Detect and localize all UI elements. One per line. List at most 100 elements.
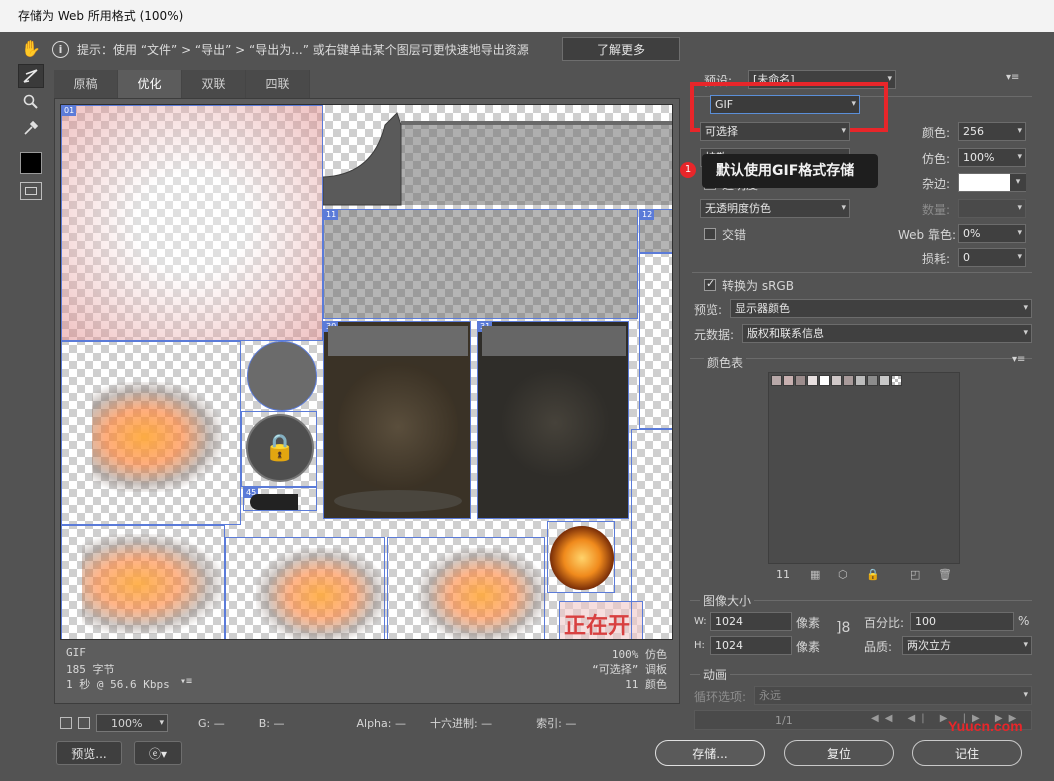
browser-select-button[interactable]: ⓔ▾ <box>134 741 182 765</box>
height-value: 1024 <box>715 639 743 652</box>
map-to-transparent-icon[interactable]: ▦ <box>810 568 820 581</box>
trash-icon[interactable]: 🗑 <box>938 568 952 581</box>
color-swatch[interactable] <box>783 375 794 386</box>
browser-icon: ⓔ▾ <box>148 746 168 761</box>
dither-label: 仿色: <box>922 152 951 166</box>
slice-right-bottom[interactable] <box>631 429 672 639</box>
web-snap-input[interactable]: 0% ▾ <box>958 224 1026 243</box>
slice-45[interactable]: 45 <box>243 487 317 511</box>
color-swatch[interactable] <box>879 375 890 386</box>
color-swatch[interactable] <box>855 375 866 386</box>
info-colors: 11 颜色 <box>625 678 667 691</box>
save-button[interactable]: 存储... <box>655 740 765 766</box>
toggle-slices-visibility-icon[interactable] <box>20 182 42 200</box>
preview-label: 预览: <box>694 303 723 317</box>
interlaced-checkbox[interactable] <box>704 228 716 240</box>
colors-value: 256 <box>963 125 984 138</box>
fire-dragon-image <box>92 382 222 492</box>
slice-12[interactable]: 12 <box>639 209 672 253</box>
preview-in-browser-button[interactable]: 预览... <box>56 741 122 765</box>
convert-srgb-checkbox[interactable] <box>704 277 716 291</box>
slice-fire-orb[interactable] <box>547 521 615 593</box>
color-table-grid[interactable] <box>768 372 960 564</box>
color-swatch[interactable] <box>795 375 806 386</box>
zoom-select[interactable]: 100% ▾ <box>96 714 168 732</box>
chevron-down-icon: ▾ <box>1023 690 1028 700</box>
matte-dither-select[interactable]: 无透明度仿色 ▾ <box>700 199 850 218</box>
dither-value: 100% <box>963 151 995 164</box>
chevron-down-icon: ▾ <box>1017 126 1022 136</box>
tab-original[interactable]: 原稿 <box>54 70 118 98</box>
web-shift-icon[interactable]: ⬡ <box>838 568 848 581</box>
color-swatch[interactable] <box>831 375 842 386</box>
panel-header-image <box>482 326 626 356</box>
reset-button[interactable]: 复位 <box>784 740 894 766</box>
learn-more-button[interactable]: 了解更多 <box>562 37 680 61</box>
tab-2-up[interactable]: 双联 <box>182 70 246 98</box>
quality-select[interactable]: 两次立方 ▾ <box>902 636 1032 655</box>
remember-button[interactable]: 记住 <box>912 740 1022 766</box>
format-select[interactable]: GIF ▾ <box>710 95 860 114</box>
slice-11[interactable]: 11 <box>323 209 638 319</box>
color-swatch[interactable] <box>843 375 854 386</box>
matte-dither-value: 无透明度仿色 <box>705 202 771 215</box>
matte-color-select[interactable]: ▾ <box>958 173 1026 192</box>
slice-dragon-4[interactable] <box>387 537 546 639</box>
width-unit: 像素 <box>796 616 821 630</box>
width-input[interactable]: 1024 <box>710 612 792 631</box>
hand-tool-icon[interactable]: ✋ <box>18 36 44 60</box>
colors-input[interactable]: 256 ▾ <box>958 122 1026 141</box>
percent-input[interactable]: 100 <box>910 612 1014 631</box>
annotation-tooltip: 默认使用GIF格式存储 <box>702 154 878 188</box>
link-icon[interactable]: ]8 <box>836 620 856 642</box>
slice-dragon-2[interactable] <box>61 525 225 639</box>
color-swatch[interactable] <box>807 375 818 386</box>
color-swatch[interactable] <box>771 375 782 386</box>
quality-value: 两次立方 <box>907 639 951 652</box>
color-table-menu-icon[interactable]: ▾≡ <box>1012 354 1025 365</box>
color-swatch[interactable] <box>867 375 878 386</box>
format-value: GIF <box>715 98 734 111</box>
optimized-preview-canvas[interactable]: 01 11 12 30 31 🔒 45 <box>60 104 673 640</box>
panel-menu-icon[interactable]: ▾≡ <box>1006 72 1019 83</box>
eyedropper-tool-icon[interactable] <box>18 116 44 140</box>
zoom-in-icon[interactable] <box>78 717 90 729</box>
lossy-input[interactable]: 0 ▾ <box>958 248 1026 267</box>
slice-lock[interactable]: 🔒 <box>241 411 317 487</box>
round-button-image <box>247 341 317 411</box>
preview-select[interactable]: 显示器颜色 ▾ <box>730 299 1032 318</box>
new-color-icon[interactable]: ◰ <box>910 568 920 581</box>
chevron-down-icon: ▾ <box>1010 174 1026 191</box>
height-label: H: <box>694 640 705 651</box>
info-palette: “可选择” 调板 <box>592 663 667 676</box>
hint-text: 提示：使用 “文件” > “导出” > “导出为...” 或右键单击某个图层可更… <box>77 42 529 57</box>
color-swatch[interactable] <box>891 375 902 386</box>
tab-optimized[interactable]: 优化 <box>118 70 182 98</box>
slice-dragon-1[interactable] <box>61 341 241 525</box>
slice-30[interactable]: 30 <box>323 321 471 519</box>
slice-right-edge[interactable] <box>639 253 672 429</box>
color-table-title: 颜色表 <box>704 354 747 371</box>
slice-top-bar[interactable] <box>323 105 672 209</box>
zoom-out-icon[interactable] <box>60 717 72 729</box>
tab-shape-image <box>250 494 298 510</box>
dither-input[interactable]: 100% ▾ <box>958 148 1026 167</box>
lossy-value: 0 <box>963 251 970 264</box>
lock-color-icon[interactable]: 🔒 <box>866 568 880 581</box>
color-swatch[interactable] <box>819 375 830 386</box>
fire-orb-image <box>550 526 614 590</box>
slice-dragon-3[interactable] <box>225 537 386 639</box>
slice-select-tool-icon[interactable] <box>18 64 44 88</box>
status-bar: 100% ▾ G: — B: — Alpha: — 十六进制: — 索引: — <box>54 712 674 734</box>
slice-31[interactable]: 31 <box>477 321 629 519</box>
metadata-select[interactable]: 版权和联系信息 ▾ <box>742 324 1032 343</box>
zoom-tool-icon[interactable] <box>18 90 44 114</box>
eyedropper-color-swatch[interactable] <box>20 152 42 174</box>
frame-counter: 1/1 <box>775 714 793 727</box>
download-speed-menu-icon[interactable]: ▾≡ <box>180 676 192 687</box>
color-reduction-select[interactable]: 可选择 ▾ <box>700 122 850 141</box>
quality-label: 品质: <box>864 640 893 654</box>
slice-01[interactable]: 01 <box>61 105 323 341</box>
height-input[interactable]: 1024 <box>710 636 792 655</box>
tab-4-up[interactable]: 四联 <box>246 70 310 98</box>
